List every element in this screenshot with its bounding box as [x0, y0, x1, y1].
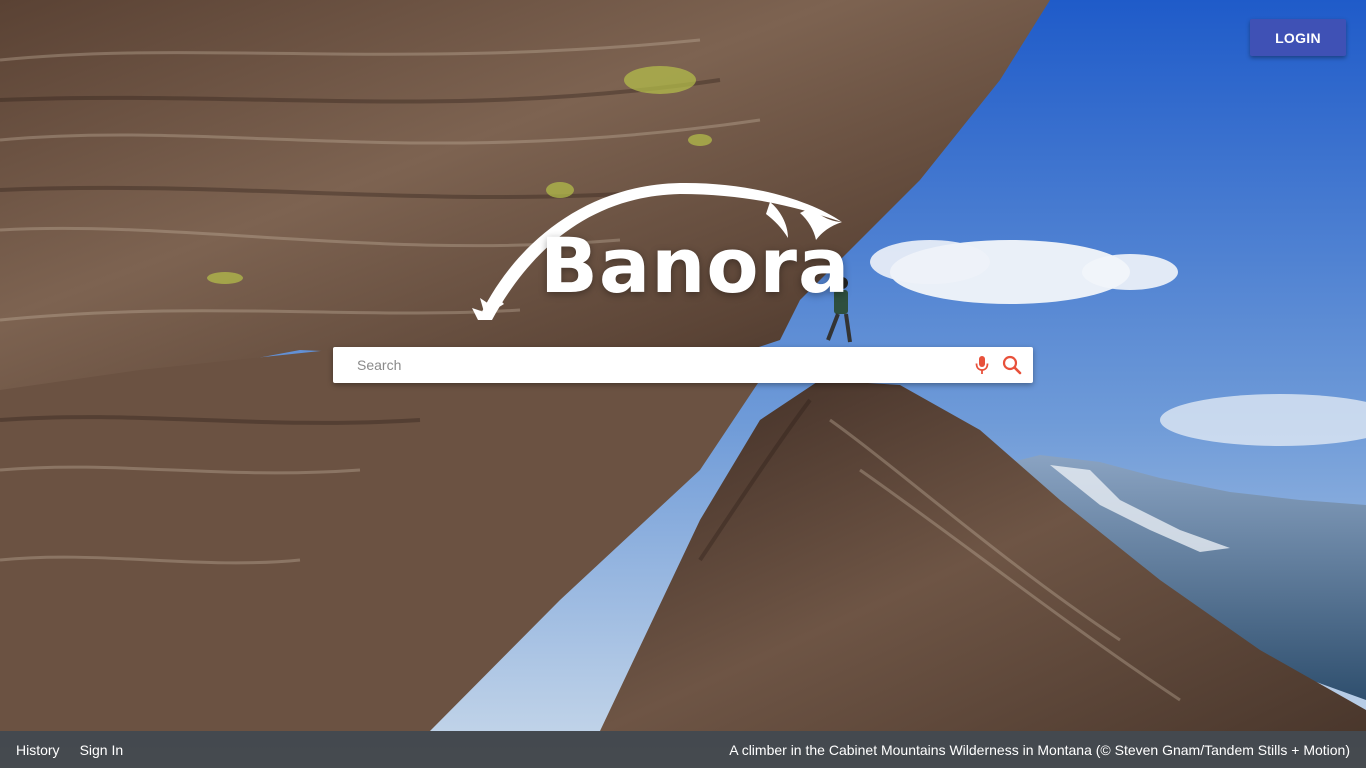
- banora-logo: Banora: [470, 180, 890, 330]
- search-icon[interactable]: [997, 347, 1027, 383]
- microphone-icon[interactable]: [967, 347, 997, 383]
- photo-caption: A climber in the Cabinet Mountains Wilde…: [729, 741, 1350, 758]
- logo-wordmark: Banora: [540, 221, 851, 310]
- sign-in-link[interactable]: Sign In: [80, 742, 124, 758]
- login-button[interactable]: LOGIN: [1250, 19, 1346, 56]
- search-input[interactable]: [333, 347, 967, 383]
- background-photo: [0, 0, 1366, 768]
- history-link[interactable]: History: [16, 742, 60, 758]
- search-bar: [333, 347, 1033, 383]
- footer-bar: History Sign In A climber in the Cabinet…: [0, 731, 1366, 768]
